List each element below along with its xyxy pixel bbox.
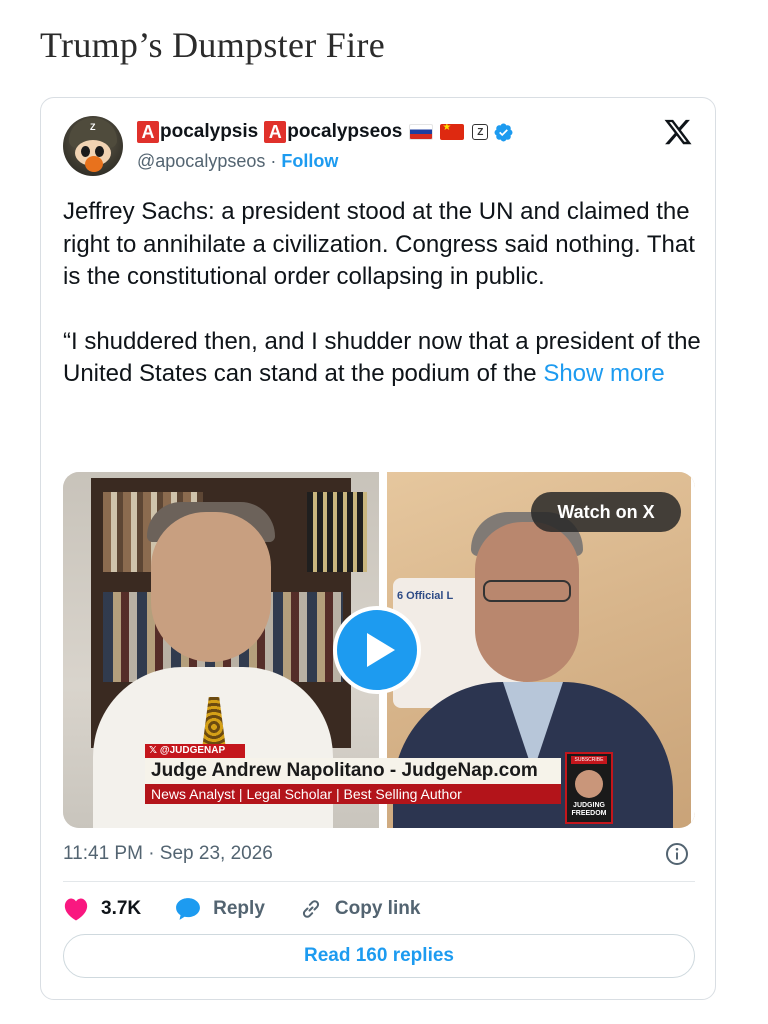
- red-a-emoji-icon: A: [137, 121, 159, 143]
- watch-on-x-button[interactable]: Watch on X: [531, 492, 681, 532]
- author-handle[interactable]: @apocalypseos: [137, 151, 265, 172]
- page-title: Trump’s Dumpster Fire: [40, 25, 385, 65]
- reply-label: Reply: [213, 898, 265, 919]
- tweet-actions: 3.7K Reply Copy link: [63, 894, 454, 924]
- china-flag-icon: [440, 124, 465, 140]
- judging-freedom-logo: SUBSCRIBE JUDGING FREEDOM: [565, 752, 613, 824]
- background-sign-text: 6 Official L: [397, 590, 454, 602]
- display-name-part1[interactable]: pocalypsis: [160, 121, 258, 143]
- author-handle-row: @apocalypseos · Follow: [137, 151, 338, 172]
- copy-link-button[interactable]: Copy link: [299, 897, 421, 921]
- follow-button[interactable]: Follow: [281, 151, 338, 172]
- reply-bubble-icon: [176, 898, 201, 920]
- z-badge-icon: Z: [472, 124, 489, 140]
- lower-third-name: Judge Andrew Napolitano - JudgeNap.com: [145, 758, 561, 784]
- play-button[interactable]: [333, 606, 421, 694]
- tweet-text: Jeffrey Sachs: a president stood at the …: [63, 196, 703, 391]
- copy-link-label: Copy link: [334, 898, 421, 919]
- embedded-tweet-card[interactable]: Z A pocalypsis A pocalypseos Z @apocalyp…: [40, 97, 716, 1000]
- like-button[interactable]: 3.7K: [63, 897, 141, 921]
- display-name-part2[interactable]: pocalypseos: [287, 121, 402, 143]
- russia-flag-icon: [409, 124, 434, 140]
- handle-separator: ·: [265, 151, 282, 171]
- video-player[interactable]: 6 Official L Watch on X 𝕏 @JUDGENAP Judg…: [63, 472, 695, 828]
- read-replies-button[interactable]: Read 160 replies: [63, 934, 695, 978]
- divider: [63, 881, 695, 882]
- x-logo-icon[interactable]: [663, 117, 693, 147]
- heart-icon: [64, 898, 88, 921]
- reply-button[interactable]: Reply: [175, 897, 265, 921]
- author-avatar[interactable]: Z: [63, 116, 123, 176]
- tweet-paragraph: Jeffrey Sachs: a president stood at the …: [63, 198, 695, 290]
- author-name-row[interactable]: A pocalypsis A pocalypseos Z: [137, 120, 514, 144]
- red-a-emoji-icon: A: [264, 121, 287, 143]
- verified-badge-icon: [494, 123, 513, 141]
- info-icon[interactable]: [665, 842, 689, 866]
- lower-third-handle: 𝕏 @JUDGENAP: [145, 744, 245, 758]
- show-more-link[interactable]: Show more: [543, 360, 664, 387]
- tweet-timestamp[interactable]: 11:41 PM · Sep 23, 2026: [63, 843, 273, 865]
- play-icon: [367, 633, 395, 667]
- lower-third-subtitle: News Analyst | Legal Scholar | Best Sell…: [145, 784, 561, 804]
- tweet-paragraph: “I shuddered then, and I shudder now tha…: [63, 326, 703, 391]
- link-icon: [302, 900, 319, 918]
- like-count: 3.7K: [101, 898, 142, 919]
